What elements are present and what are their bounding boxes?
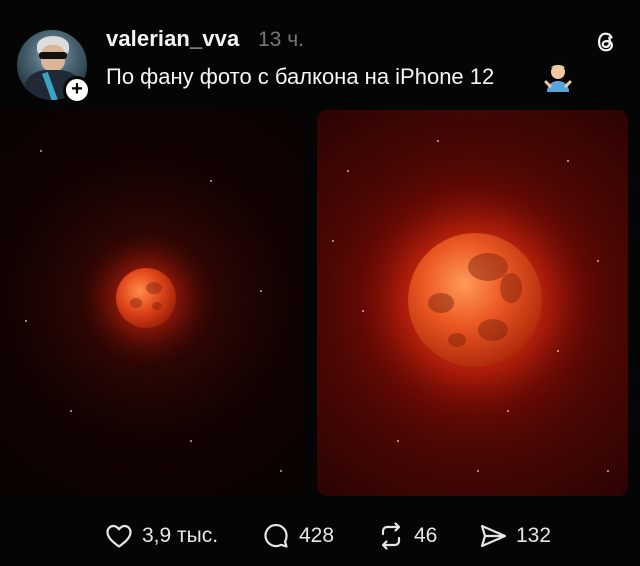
- follow-plus-icon[interactable]: +: [63, 76, 91, 104]
- post-timestamp: 13 ч.: [258, 28, 304, 51]
- repost-button[interactable]: 46: [376, 514, 437, 558]
- repost-icon: [381, 522, 401, 550]
- moon-small: [116, 268, 176, 328]
- reply-button[interactable]: 428: [261, 514, 334, 558]
- like-button[interactable]: 3,9 тыс.: [104, 514, 218, 558]
- post-caption: По фану фото с балкона на iPhone 12: [106, 64, 495, 89]
- reply-count: 428: [299, 524, 335, 547]
- like-count: 3,9 тыс.: [142, 524, 219, 547]
- thread-post: + valerian_vva 13 ч. По фану фото с балк…: [0, 0, 640, 566]
- heart-icon: [106, 524, 132, 548]
- share-button[interactable]: 132: [478, 514, 551, 558]
- threads-logo-icon[interactable]: [592, 28, 620, 56]
- username[interactable]: valerian_vva: [106, 26, 239, 52]
- action-bar: 3,9 тыс. 428 46 132: [0, 514, 640, 558]
- reply-icon: [264, 523, 288, 548]
- share-count: 132: [516, 524, 552, 547]
- avatar-glasses: [39, 52, 67, 59]
- repost-count: 46: [414, 524, 438, 547]
- blood-moon-photo-large[interactable]: [317, 110, 628, 496]
- blood-moon-photo-small[interactable]: [0, 110, 303, 496]
- moon-large: [408, 233, 542, 367]
- person-shrugging-emoji: [544, 65, 572, 92]
- share-icon: [480, 524, 507, 548]
